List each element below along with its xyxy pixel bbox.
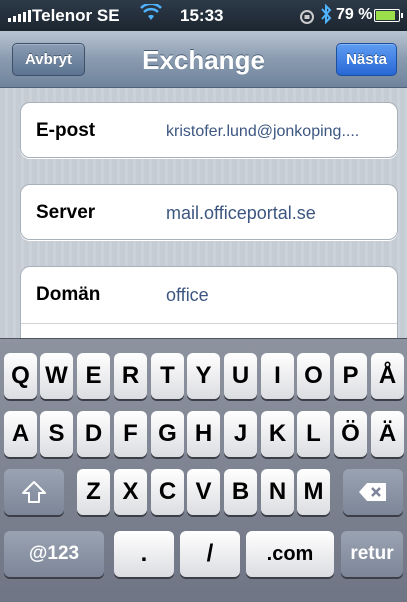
key-m[interactable]: M bbox=[297, 469, 330, 515]
key-o[interactable]: O bbox=[297, 353, 330, 399]
key-v[interactable]: V bbox=[187, 469, 220, 515]
key-oe[interactable]: Ö bbox=[334, 411, 367, 457]
bluetooth-icon bbox=[320, 3, 332, 29]
wifi-icon bbox=[140, 2, 162, 27]
dotcom-key[interactable]: .com bbox=[246, 531, 334, 577]
key-q[interactable]: Q bbox=[4, 353, 37, 399]
return-key[interactable]: retur bbox=[341, 531, 403, 577]
key-e[interactable]: E bbox=[77, 353, 110, 399]
battery-icon bbox=[374, 9, 403, 22]
server-label: Server bbox=[36, 202, 96, 223]
key-i[interactable]: I bbox=[261, 353, 294, 399]
key-f[interactable]: F bbox=[114, 411, 147, 457]
lock-rotation-icon bbox=[300, 9, 314, 29]
key-w[interactable]: W bbox=[40, 353, 73, 399]
next-button[interactable]: Nästa bbox=[336, 43, 397, 76]
key-z[interactable]: Z bbox=[77, 469, 110, 515]
backspace-key[interactable] bbox=[343, 469, 403, 515]
navigation-bar: Avbryt Exchange Nästa bbox=[0, 31, 407, 88]
domain-input[interactable]: office bbox=[166, 285, 209, 306]
dot-key[interactable]: . bbox=[114, 531, 174, 577]
email-input[interactable]: kristofer.lund@jonkoping.... bbox=[166, 123, 359, 141]
key-t[interactable]: T bbox=[151, 353, 184, 399]
battery-fill bbox=[376, 11, 395, 20]
carrier-label: Telenor SE bbox=[32, 6, 120, 25]
keyboard: Q W E R T Y U I O P Å A S D F G H J K L … bbox=[0, 338, 407, 602]
key-c[interactable]: C bbox=[151, 469, 184, 515]
key-p[interactable]: P bbox=[334, 353, 367, 399]
server-input[interactable]: mail.officeportal.se bbox=[166, 203, 316, 224]
email-label: E-post bbox=[36, 120, 96, 141]
key-ae[interactable]: Ä bbox=[371, 411, 404, 457]
key-aa[interactable]: Å bbox=[371, 353, 404, 399]
key-d[interactable]: D bbox=[77, 411, 110, 457]
numbers-key[interactable]: @123 bbox=[4, 531, 104, 577]
key-y[interactable]: Y bbox=[187, 353, 220, 399]
shift-key[interactable] bbox=[4, 469, 64, 515]
key-b[interactable]: B bbox=[224, 469, 257, 515]
key-a[interactable]: A bbox=[4, 411, 37, 457]
key-h[interactable]: H bbox=[187, 411, 220, 457]
key-l[interactable]: L bbox=[297, 411, 330, 457]
key-u[interactable]: U bbox=[224, 353, 257, 399]
key-s[interactable]: S bbox=[40, 411, 73, 457]
battery-percent: 79 % bbox=[336, 6, 373, 23]
account-form: E-post kristofer.lund@jonkoping.... Serv… bbox=[0, 88, 407, 356]
key-j[interactable]: J bbox=[224, 411, 257, 457]
status-bar: Telenor SE 15:33 79 % bbox=[0, 0, 407, 31]
key-n[interactable]: N bbox=[261, 469, 294, 515]
backspace-icon bbox=[359, 483, 386, 501]
slash-key[interactable]: / bbox=[180, 531, 240, 577]
server-field[interactable]: Server mail.officeportal.se bbox=[20, 184, 398, 240]
signal-icon bbox=[8, 10, 31, 22]
email-field[interactable]: E-post kristofer.lund@jonkoping.... bbox=[20, 102, 398, 158]
shift-icon bbox=[22, 481, 46, 503]
key-x[interactable]: X bbox=[114, 469, 147, 515]
key-r[interactable]: R bbox=[114, 353, 147, 399]
clock: 15:33 bbox=[180, 6, 224, 25]
key-k[interactable]: K bbox=[261, 411, 294, 457]
domain-label: Domän bbox=[36, 284, 101, 305]
field-divider bbox=[21, 323, 397, 324]
key-g[interactable]: G bbox=[151, 411, 184, 457]
